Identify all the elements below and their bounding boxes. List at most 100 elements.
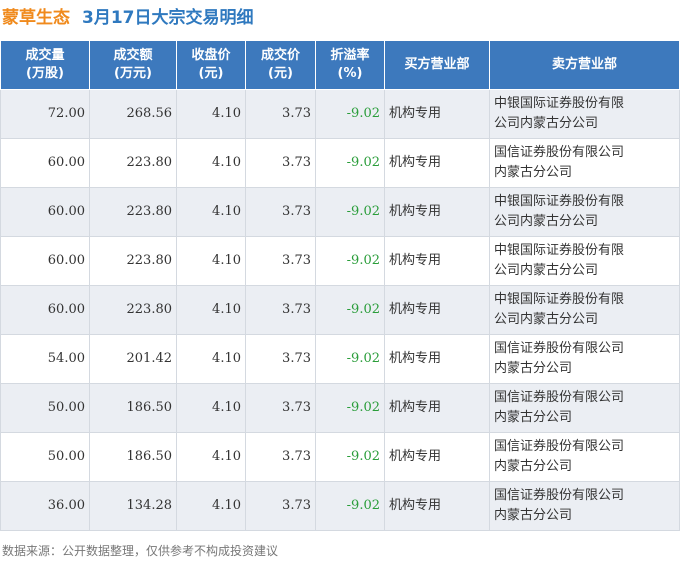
cell-close: 4.10 — [176, 187, 246, 237]
cell-price: 3.73 — [245, 285, 316, 335]
seller-line: 公司内蒙古分公司 — [494, 214, 599, 229]
seller-line: 国信证券股份有限公司 — [494, 439, 625, 454]
seller-line: 公司内蒙古分公司 — [494, 116, 599, 131]
cell-buyer: 机构专用 — [384, 334, 490, 384]
seller-line: 国信证券股份有限公司 — [494, 341, 625, 356]
cell-buyer: 机构专用 — [384, 138, 490, 188]
table-row: 50.00 186.50 4.10 3.73 -9.02 机构专用 国信证券股份有限公司 内蒙… — [0, 383, 680, 433]
cell-premium: -9.02 — [315, 236, 385, 286]
cell-amount: 223.80 — [89, 187, 177, 237]
cell-price: 3.73 — [245, 432, 316, 482]
cell-premium: -9.02 — [315, 334, 385, 384]
seller-line: 内蒙古分公司 — [494, 459, 573, 474]
cell-seller: 中银国际证券股份有限 公司内蒙古分公司 — [489, 89, 680, 139]
table-row: 60.00 223.80 4.10 3.73 -9.02 机构专用 中银国际证券股份有限 公司… — [0, 187, 680, 237]
header-price: 成交价 (元) — [245, 40, 316, 90]
cell-buyer: 机构专用 — [384, 432, 490, 482]
seller-line: 国信证券股份有限公司 — [494, 390, 625, 405]
page-title: 蒙草生态 3月17日大宗交易明细 — [0, 0, 680, 30]
cell-premium: -9.02 — [315, 187, 385, 237]
cell-amount: 223.80 — [89, 138, 177, 188]
header-amount: 成交额 (万元) — [89, 40, 177, 90]
cell-price: 3.73 — [245, 481, 316, 531]
cell-price: 3.73 — [245, 334, 316, 384]
seller-line: 中银国际证券股份有限 — [494, 194, 625, 209]
cell-volume: 36.00 — [0, 481, 90, 531]
cell-close: 4.10 — [176, 432, 246, 482]
cell-close: 4.10 — [176, 383, 246, 433]
cell-premium: -9.02 — [315, 89, 385, 139]
table-row: 60.00 223.80 4.10 3.73 -9.02 机构专用 国信证券股份有限公司 内蒙… — [0, 138, 680, 188]
seller-line: 公司内蒙古分公司 — [494, 263, 599, 278]
table-row: 60.00 223.80 4.10 3.73 -9.02 机构专用 中银国际证券股份有限 公司… — [0, 236, 680, 286]
cell-amount: 186.50 — [89, 432, 177, 482]
cell-price: 3.73 — [245, 89, 316, 139]
cell-seller: 国信证券股份有限公司 内蒙古分公司 — [489, 334, 680, 384]
title-text: 3月17日大宗交易明细 — [82, 7, 254, 28]
stock-name: 蒙草生态 — [2, 7, 70, 28]
header-seller: 卖方营业部 — [489, 40, 680, 90]
cell-buyer: 机构专用 — [384, 187, 490, 237]
cell-volume: 50.00 — [0, 383, 90, 433]
header-buyer: 买方营业部 — [384, 40, 490, 90]
cell-amount: 268.56 — [89, 89, 177, 139]
header-premium: 折溢率 (%) — [315, 40, 385, 90]
cell-buyer: 机构专用 — [384, 285, 490, 335]
seller-line: 内蒙古分公司 — [494, 361, 573, 376]
table-row: 54.00 201.42 4.10 3.73 -9.02 机构专用 国信证券股份有限公司 内蒙… — [0, 334, 680, 384]
cell-close: 4.10 — [176, 89, 246, 139]
cell-close: 4.10 — [176, 481, 246, 531]
cell-amount: 223.80 — [89, 285, 177, 335]
header-volume: 成交量 (万股) — [0, 40, 90, 90]
cell-volume: 60.00 — [0, 236, 90, 286]
cell-premium: -9.02 — [315, 285, 385, 335]
cell-volume: 72.00 — [0, 89, 90, 139]
cell-buyer: 机构专用 — [384, 481, 490, 531]
cell-seller: 国信证券股份有限公司 内蒙古分公司 — [489, 481, 680, 531]
table-row: 50.00 186.50 4.10 3.73 -9.02 机构专用 国信证券股份有限公司 内蒙… — [0, 432, 680, 482]
cell-seller: 国信证券股份有限公司 内蒙古分公司 — [489, 383, 680, 433]
cell-amount: 223.80 — [89, 236, 177, 286]
cell-price: 3.73 — [245, 138, 316, 188]
cell-close: 4.10 — [176, 236, 246, 286]
cell-premium: -9.02 — [315, 383, 385, 433]
cell-amount: 134.28 — [89, 481, 177, 531]
seller-line: 内蒙古分公司 — [494, 410, 573, 425]
cell-premium: -9.02 — [315, 432, 385, 482]
cell-premium: -9.02 — [315, 481, 385, 531]
cell-amount: 201.42 — [89, 334, 177, 384]
cell-volume: 60.00 — [0, 187, 90, 237]
table-header-row: 成交量 (万股) 成交额 (万元) 收盘价 (元) 成交价 (元) 折溢率 (%) 买方营… — [0, 40, 680, 90]
footer-source: 数据来源：公开数据整理，仅供参考不构成投资建议 — [2, 544, 279, 558]
cell-volume: 50.00 — [0, 432, 90, 482]
cell-price: 3.73 — [245, 383, 316, 433]
seller-line: 中银国际证券股份有限 — [494, 243, 625, 258]
cell-seller: 国信证券股份有限公司 内蒙古分公司 — [489, 432, 680, 482]
cell-close: 4.10 — [176, 285, 246, 335]
cell-amount: 186.50 — [89, 383, 177, 433]
block-trade-table: 成交量 (万股) 成交额 (万元) 收盘价 (元) 成交价 (元) 折溢率 (%) 买方营… — [0, 40, 680, 531]
table-row: 36.00 134.28 4.10 3.73 -9.02 机构专用 国信证券股份有限公司 内蒙… — [0, 481, 680, 531]
cell-buyer: 机构专用 — [384, 383, 490, 433]
seller-line: 国信证券股份有限公司 — [494, 145, 625, 160]
cell-seller: 中银国际证券股份有限 公司内蒙古分公司 — [489, 236, 680, 286]
cell-premium: -9.02 — [315, 138, 385, 188]
cell-price: 3.73 — [245, 236, 316, 286]
cell-close: 4.10 — [176, 334, 246, 384]
seller-line: 内蒙古分公司 — [494, 165, 573, 180]
cell-price: 3.73 — [245, 187, 316, 237]
cell-volume: 54.00 — [0, 334, 90, 384]
cell-volume: 60.00 — [0, 138, 90, 188]
cell-seller: 国信证券股份有限公司 内蒙古分公司 — [489, 138, 680, 188]
cell-volume: 60.00 — [0, 285, 90, 335]
table-row: 72.00 268.56 4.10 3.73 -9.02 机构专用 中银国际证券股份有限 公司… — [0, 89, 680, 139]
seller-line: 国信证券股份有限公司 — [494, 488, 625, 503]
cell-buyer: 机构专用 — [384, 89, 490, 139]
seller-line: 公司内蒙古分公司 — [494, 312, 599, 327]
seller-line: 中银国际证券股份有限 — [494, 292, 625, 307]
seller-line: 中银国际证券股份有限 — [494, 96, 625, 111]
table-row: 60.00 223.80 4.10 3.73 -9.02 机构专用 中银国际证券股份有限 公司… — [0, 285, 680, 335]
header-close: 收盘价 (元) — [176, 40, 246, 90]
cell-seller: 中银国际证券股份有限 公司内蒙古分公司 — [489, 285, 680, 335]
seller-line: 内蒙古分公司 — [494, 508, 573, 523]
